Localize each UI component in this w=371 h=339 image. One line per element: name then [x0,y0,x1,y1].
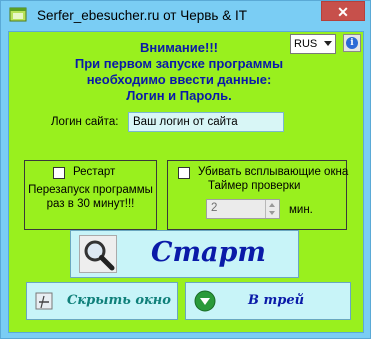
minutes-label: мин. [289,204,313,216]
notice-line: При первом запуске программы [74,56,284,71]
app-icon [9,7,27,22]
timer-value: 2 [211,202,218,214]
notice-line: Внимание!!! [140,40,218,55]
stepper-buttons[interactable] [265,200,279,218]
info-button[interactable]: i [343,34,361,52]
to-tray-label: В трей [248,293,305,308]
start-button[interactable]: Старт [70,230,299,278]
magnifier-icon [79,235,117,273]
title-bar[interactable]: Serfer_ebesucher.ru от Червь & IT ✕ [1,1,370,31]
arrow-down-circle-icon [194,290,216,312]
chevron-down-icon[interactable] [269,211,275,215]
hide-window-label: Скрыть окно [67,293,171,308]
hide-window-button[interactable]: Скрыть окно [26,282,178,320]
app-window: Serfer_ebesucher.ru от Червь & IT ✕ RUS … [0,0,371,339]
to-tray-button[interactable]: В трей [185,282,351,320]
close-button[interactable]: ✕ [321,1,365,21]
timer-stepper[interactable]: 2 [206,199,280,219]
window-title: Serfer_ebesucher.ru от Червь & IT [37,8,247,23]
restart-group: Рестарт Перезапуск программы раз в 30 ми… [24,160,157,230]
login-input[interactable] [128,112,284,132]
restart-checkbox[interactable] [53,167,65,179]
popups-group: Убивать всплывающие окна Таймер проверки… [167,160,349,230]
restart-label: Рестарт [73,166,116,178]
hide-window-icon [35,292,53,310]
notice-line: необходимо ввести данные: [86,72,272,87]
info-icon: i [346,37,358,49]
chevron-up-icon[interactable] [269,203,275,207]
close-icon: ✕ [337,4,349,20]
kill-popups-checkbox[interactable] [178,167,190,179]
restart-desc-line: Перезапуск программы [28,184,153,196]
timer-label: Таймер проверки [208,180,301,192]
login-label: Логин сайта: [51,116,119,128]
kill-popups-label: Убивать всплывающие окна [198,166,349,178]
start-label: Старт [151,237,267,268]
restart-description: Перезапуск программы раз в 30 минут!!! [25,183,156,211]
main-panel: RUS i Внимание!!! При первом запуске про… [8,31,364,333]
restart-desc-line: раз в 30 минут!!! [46,198,135,210]
notice-text: Внимание!!! При первом запуске программы… [29,40,329,104]
notice-line: Логин и Пароль. [126,88,232,103]
